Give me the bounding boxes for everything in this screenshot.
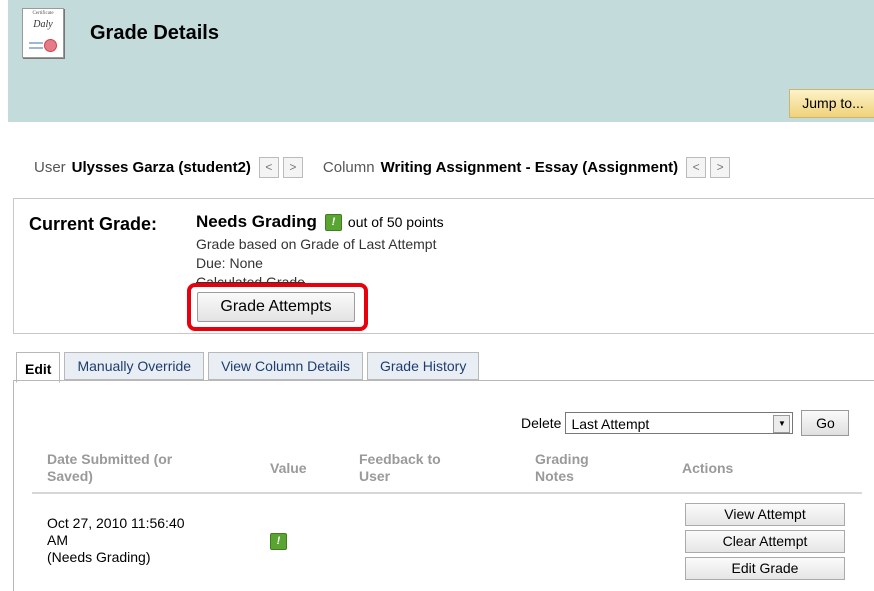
delete-controls: Delete Last Attempt ▼ Go (521, 410, 850, 436)
certificate-seal-icon (44, 39, 57, 52)
header-feedback-line2: User (359, 468, 391, 484)
delete-label: Delete (521, 415, 562, 431)
certificate-icon: Certificate Daly (22, 8, 64, 58)
previous-user-button[interactable]: < (258, 157, 279, 178)
attempt-date-line2: AM (47, 532, 68, 548)
header-notes-line2: Notes (535, 468, 574, 484)
points-possible: out of 50 points (347, 214, 444, 230)
header-date-line1: Date Submitted (or (47, 451, 173, 467)
tab-grade-history[interactable]: Grade History (366, 352, 480, 380)
certificate-icon-caption: Certificate (32, 11, 54, 16)
header-feedback: Feedback to User (359, 451, 441, 485)
delete-select-value: Last Attempt (571, 416, 650, 432)
due-date: Due: None (196, 255, 263, 271)
user-label: User (34, 159, 66, 176)
page-title: Grade Details (90, 22, 219, 44)
header-feedback-line1: Feedback to (359, 451, 441, 467)
current-grade-value: Needs Grading (196, 212, 317, 231)
table-divider (32, 492, 862, 494)
current-grade-panel: Current Grade: Needs Grading ! out of 50… (13, 198, 874, 334)
grade-basis: Grade based on Grade of Last Attempt (196, 236, 437, 252)
tab-manually-override[interactable]: Manually Override (64, 352, 205, 380)
attempt-date: Oct 27, 2010 11:56:40 AM (Needs Grading) (47, 515, 185, 566)
current-grade-value-row: Needs Grading ! out of 50 points (196, 212, 444, 232)
attempt-status: (Needs Grading) (47, 549, 151, 565)
header-date-line2: Saved) (47, 468, 93, 484)
header-grading-notes: Grading Notes (535, 451, 589, 485)
certificate-line (29, 47, 43, 49)
delete-select[interactable]: Last Attempt ▼ (565, 412, 794, 434)
needs-grading-icon[interactable]: ! (270, 533, 287, 550)
tab-bar: Edit Manually Override View Column Detai… (16, 352, 483, 383)
certificate-line (29, 42, 43, 44)
header-value: Value (270, 460, 307, 476)
tab-edit[interactable]: Edit (16, 352, 61, 383)
certificate-icon-script: Daly (33, 19, 53, 30)
header-actions: Actions (682, 460, 734, 476)
dropdown-arrow-icon[interactable]: ▼ (773, 415, 791, 433)
tab-view-column-details[interactable]: View Column Details (208, 352, 363, 380)
calculated-grade: Calculated Grade (196, 274, 305, 290)
jump-to-button[interactable]: Jump to... (789, 89, 874, 118)
current-grade-label: Current Grade: (29, 214, 158, 234)
grade-attempts-button[interactable]: Grade Attempts (197, 292, 355, 322)
user-column-nav: User Ulysses Garza (student2) < > Column… (34, 157, 731, 178)
next-column-button[interactable]: > (710, 157, 731, 178)
column-label: Column (322, 159, 375, 176)
edit-grade-button[interactable]: Edit Grade (685, 557, 845, 580)
column-value: Writing Assignment - Essay (Assignment) (380, 159, 679, 176)
previous-column-button[interactable]: < (686, 157, 707, 178)
header-notes-line1: Grading (535, 451, 589, 467)
attempt-date-line1: Oct 27, 2010 11:56:40 (47, 515, 185, 531)
go-button[interactable]: Go (801, 410, 850, 436)
header-date-submitted: Date Submitted (or Saved) (47, 451, 172, 485)
clear-attempt-button[interactable]: Clear Attempt (685, 530, 845, 553)
needs-grading-icon: ! (324, 213, 342, 231)
next-user-button[interactable]: > (282, 157, 303, 178)
user-value: Ulysses Garza (student2) (71, 159, 251, 176)
view-attempt-button[interactable]: View Attempt (685, 503, 845, 526)
page-header: Certificate Daly Grade Details Jump to..… (8, 0, 874, 122)
